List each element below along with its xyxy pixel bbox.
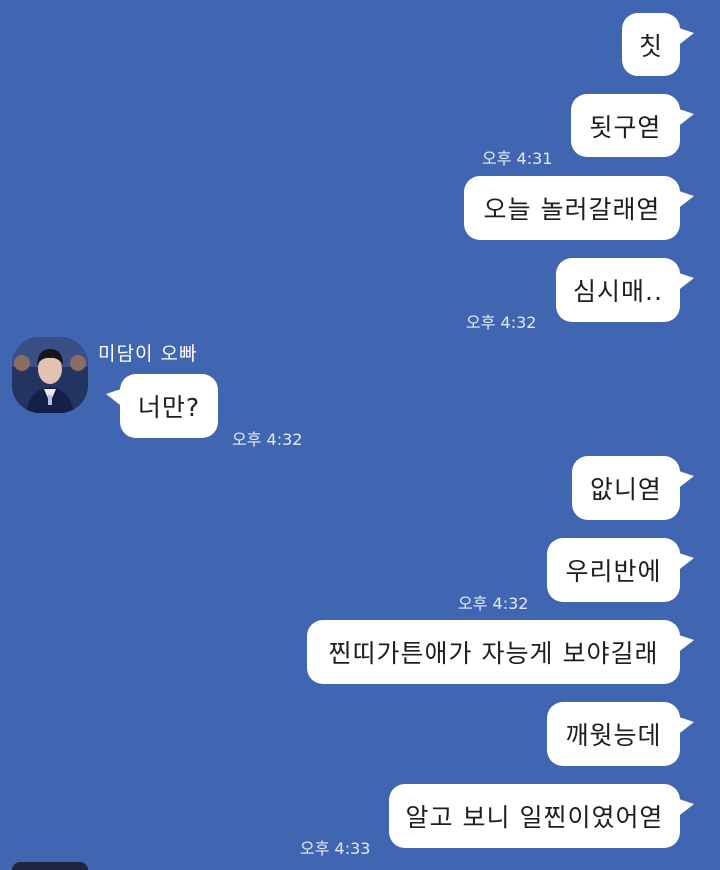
message-text: 알고 보니 일찐이였어엳 (405, 803, 664, 832)
message-text: 앖니엳 (589, 475, 662, 504)
profile-avatar[interactable] (12, 862, 88, 870)
message-text: 너만? (137, 393, 201, 422)
message-bubble[interactable]: 너만? (106, 374, 218, 438)
message-text: 칫 (638, 31, 663, 61)
message-timestamp: 오후 4:32 (232, 430, 303, 449)
message-timestamp: 오후 4:31 (482, 149, 553, 168)
message-bubble[interactable]: 찐띠가튼애가 자능게 보야길래 (307, 620, 694, 684)
message-timestamp: 오후 4:32 (466, 313, 537, 332)
message-bubble[interactable]: 깨웟능데 (547, 702, 694, 766)
avatar-photo (12, 337, 88, 413)
message-timestamp: 오후 4:32 (458, 594, 529, 613)
message-timestamp: 오후 4:33 (300, 839, 371, 858)
message-text: 깨웟능데 (565, 721, 662, 750)
message-bubble[interactable]: 알고 보니 일찐이였어엳 (389, 784, 694, 848)
message-bubble[interactable]: 오늘 놀러갈래엳 (464, 176, 694, 240)
message-text: 됫구엳 (589, 112, 662, 142)
message-bubble[interactable]: 우리반에 (547, 538, 694, 602)
message-text: 오늘 놀러갈래엳 (483, 195, 661, 224)
message-text: 찐띠가튼애가 자능게 보야길래 (328, 639, 659, 668)
profile-avatar[interactable] (12, 337, 88, 413)
message-bubble[interactable]: 심시매.. (556, 258, 694, 322)
message-bubble[interactable]: 칫 (622, 13, 694, 76)
message-bubble[interactable]: 됫구엳 (571, 94, 694, 157)
sender-name: 미담이 오빠 (98, 343, 198, 365)
message-text: 심시매.. (573, 277, 663, 306)
message-text: 우리반에 (565, 557, 662, 586)
message-bubble[interactable]: 앖니엳 (572, 456, 694, 520)
